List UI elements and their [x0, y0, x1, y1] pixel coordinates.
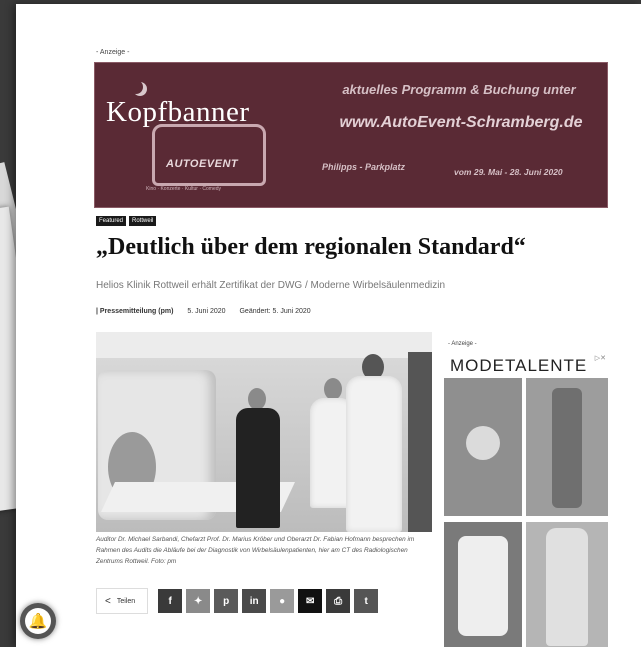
- person-senior-physician: [346, 376, 402, 532]
- article-date: 5. Juni 2020: [187, 308, 226, 315]
- reddit-icon: ●: [279, 595, 286, 607]
- article-headline: „Deutlich über dem regionalen Standard“: [96, 234, 526, 260]
- moon-icon: [129, 80, 143, 94]
- share-toggle[interactable]: < Teilen: [96, 588, 149, 614]
- banner-url[interactable]: www.AutoEvent-Schramberg.de: [316, 114, 606, 132]
- ad-product-tile[interactable]: [444, 522, 522, 647]
- share-bar: < Teilen f ✦ p in ● ✉ ⎙ t: [96, 588, 379, 614]
- header-ad-banner[interactable]: AUTOEVENT Kino · Konzerte · Kultur · Com…: [94, 62, 608, 208]
- article-photo: [96, 332, 432, 532]
- notification-bell-button[interactable]: 🔔: [20, 603, 56, 639]
- person-head: [248, 388, 266, 410]
- print-icon: ⎙: [334, 595, 343, 607]
- pinterest-share-button[interactable]: p: [214, 589, 239, 613]
- article-updated: Geändert: 5. Juni 2020: [239, 308, 311, 315]
- ad-label: - Anzeige -: [448, 341, 477, 347]
- ad-product-tile[interactable]: [444, 378, 522, 516]
- tag-rottweil[interactable]: Rottweil: [129, 216, 157, 226]
- photo-ceiling: [96, 332, 432, 358]
- person-auditor: [236, 408, 280, 528]
- article-meta: | Pressemitteilung (pm) 5. Juni 2020 Geä…: [96, 308, 311, 315]
- tumblr-share-button[interactable]: t: [354, 589, 379, 613]
- sidebar-ad[interactable]: MODETALENTE ▷✕: [444, 352, 608, 647]
- linkedin-share-button[interactable]: in: [242, 589, 267, 613]
- ad-brand: MODETALENTE: [450, 356, 588, 375]
- facebook-icon: f: [168, 595, 172, 607]
- photo-caption: Auditor Dr. Michael Sarbandi, Chefarzt P…: [96, 536, 415, 565]
- facebook-share-button[interactable]: f: [158, 589, 183, 613]
- email-share-button[interactable]: ✉: [298, 589, 323, 613]
- dress-shape: [546, 528, 588, 646]
- twitter-share-button[interactable]: ✦: [186, 589, 211, 613]
- tumblr-icon: t: [364, 595, 368, 607]
- linkedin-icon: in: [249, 595, 259, 607]
- car-icon: [152, 124, 266, 186]
- person-head: [324, 378, 342, 400]
- share-label: Teilen: [116, 597, 136, 605]
- reddit-share-button[interactable]: ●: [270, 589, 295, 613]
- twitter-icon: ✦: [193, 595, 203, 607]
- ad-label: - Anzeige -: [96, 49, 130, 56]
- bell-icon: 🔔: [25, 608, 51, 634]
- adchoices-icon[interactable]: ▷✕: [595, 354, 606, 362]
- tag-featured[interactable]: Featured: [96, 216, 127, 226]
- logo-tagline: Kino · Konzerte · Kultur · Comedy: [146, 186, 222, 192]
- pinterest-icon: p: [223, 595, 230, 607]
- article-tags: Featured Rottweil: [96, 216, 157, 226]
- article-subtitle: Helios Klinik Rottweil erhält Zertifikat…: [96, 280, 446, 291]
- banner-dates: vom 29. Mai - 28. Juni 2020: [454, 167, 563, 177]
- blouse-shape: [458, 536, 508, 636]
- print-button[interactable]: ⎙: [326, 589, 351, 613]
- ad-product-tile[interactable]: [526, 378, 608, 516]
- ad-product-tile[interactable]: [526, 522, 608, 647]
- photo-door: [408, 352, 432, 532]
- autoevent-logo: AUTOEVENT: [166, 158, 239, 170]
- email-icon: ✉: [305, 595, 315, 607]
- banner-placeholder-label: Kopfbanner: [106, 96, 250, 128]
- share-icon: <: [105, 595, 111, 607]
- article-page: - Anzeige - AUTOEVENT Kino · Konzerte · …: [16, 4, 641, 647]
- trousers-shape: [552, 388, 582, 508]
- flower-print: [466, 426, 500, 460]
- banner-sponsor: Philipps - Parkplatz: [322, 162, 406, 172]
- banner-promo-text: aktuelles Programm & Buchung unter: [342, 82, 576, 97]
- article-author[interactable]: Pressemitteilung (pm): [100, 308, 174, 315]
